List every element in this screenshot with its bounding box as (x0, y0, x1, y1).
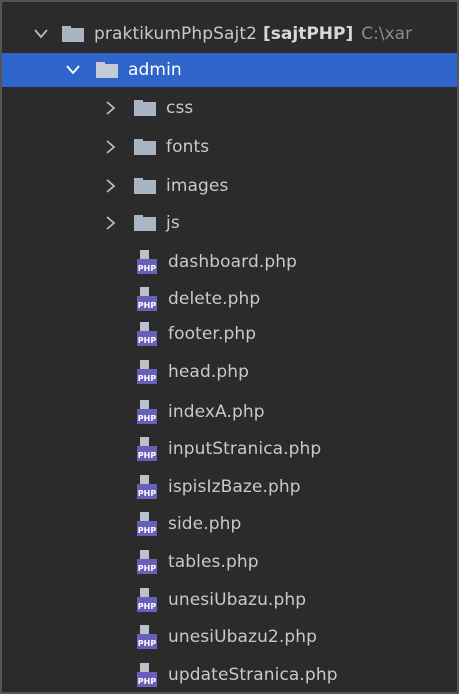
tree-row-folder-js[interactable]: js (2, 206, 457, 240)
project-path: C:\xar (361, 24, 413, 44)
folder-icon (94, 60, 120, 80)
folder-label: images (166, 176, 229, 196)
file-label: footer.php (168, 324, 257, 344)
folder-label: admin (128, 60, 182, 80)
svg-text:PHP: PHP (138, 526, 157, 535)
project-tree-panel: praktikumPhpSajt2 [sajtPHP] C:\xar admin… (0, 0, 459, 694)
file-label: side.php (168, 514, 242, 534)
tree-row-folder-images[interactable]: images (2, 169, 457, 203)
php-file-icon: PHP (132, 510, 162, 538)
file-label: inputStranica.php (168, 439, 322, 459)
chevron-right-icon[interactable] (100, 137, 122, 157)
php-file-icon: PHP (132, 285, 162, 313)
tree-row-folder-fonts[interactable]: fonts (2, 130, 457, 164)
file-label: updateStranica.php (168, 665, 338, 685)
svg-text:PHP: PHP (138, 414, 157, 423)
folder-icon (132, 98, 158, 118)
tree-row-file[interactable]: PHP ispisIzBaze.php (2, 470, 457, 504)
svg-text:PHP: PHP (138, 677, 157, 686)
svg-text:PHP: PHP (138, 451, 157, 460)
file-label: unesiUbazu.php (168, 590, 307, 610)
php-file-icon: PHP (132, 435, 162, 463)
tree-row-file[interactable]: PHP updateStranica.php (2, 658, 457, 692)
svg-text:PHP: PHP (138, 564, 157, 573)
folder-label: fonts (166, 137, 210, 157)
folder-icon (132, 176, 158, 196)
folder-icon (132, 213, 158, 233)
tree-row-file[interactable]: PHP inputStranica.php (2, 432, 457, 466)
project-module: [sajtPHP] (263, 24, 354, 44)
svg-text:PHP: PHP (138, 374, 157, 383)
chevron-right-icon[interactable] (100, 98, 122, 118)
tree-row-file[interactable]: PHP dashboard.php (2, 245, 457, 279)
chevron-right-icon[interactable] (100, 213, 122, 233)
file-label: delete.php (168, 289, 261, 309)
php-file-icon: PHP (132, 248, 162, 276)
file-label: tables.php (168, 552, 259, 572)
folder-label: css (166, 98, 194, 118)
svg-text:PHP: PHP (138, 489, 157, 498)
php-file-icon: PHP (132, 320, 162, 348)
tree-row-admin[interactable]: admin (2, 53, 457, 87)
tree-row-file[interactable]: PHP head.php (2, 355, 457, 389)
chevron-down-icon[interactable] (30, 24, 52, 44)
tree-row-file[interactable]: PHP tables.php (2, 545, 457, 579)
folder-icon (132, 137, 158, 157)
php-file-icon: PHP (132, 473, 162, 501)
tree-row-file[interactable]: PHP footer.php (2, 317, 457, 351)
chevron-right-icon[interactable] (100, 176, 122, 196)
svg-text:PHP: PHP (138, 264, 157, 273)
folder-label: js (166, 213, 180, 233)
tree-row-file[interactable]: PHP delete.php (2, 282, 457, 316)
php-file-icon: PHP (132, 358, 162, 386)
php-file-icon: PHP (132, 398, 162, 426)
php-file-icon: PHP (132, 586, 162, 614)
file-label: ispisIzBaze.php (168, 477, 301, 497)
php-file-icon: PHP (132, 548, 162, 576)
tree-row-file[interactable]: PHP side.php (2, 507, 457, 541)
svg-text:PHP: PHP (138, 639, 157, 648)
svg-text:PHP: PHP (138, 336, 157, 345)
php-file-icon: PHP (132, 623, 162, 651)
tree-row-file[interactable]: PHP indexA.php (2, 395, 457, 429)
chevron-down-icon[interactable] (62, 60, 84, 80)
tree-row-file[interactable]: PHP unesiUbazu2.php (2, 620, 457, 654)
file-label: unesiUbazu2.php (168, 627, 318, 647)
file-label: indexA.php (168, 402, 265, 422)
tree-row-file[interactable]: PHP unesiUbazu.php (2, 583, 457, 617)
svg-text:PHP: PHP (138, 301, 157, 310)
folder-icon (60, 24, 86, 44)
tree-row-folder-css[interactable]: css (2, 91, 457, 125)
php-file-icon: PHP (132, 661, 162, 689)
file-label: head.php (168, 362, 250, 382)
tree-row-project-root[interactable]: praktikumPhpSajt2 [sajtPHP] C:\xar (2, 17, 457, 51)
file-label: dashboard.php (168, 252, 297, 272)
project-name: praktikumPhpSajt2 (94, 24, 258, 44)
svg-text:PHP: PHP (138, 602, 157, 611)
